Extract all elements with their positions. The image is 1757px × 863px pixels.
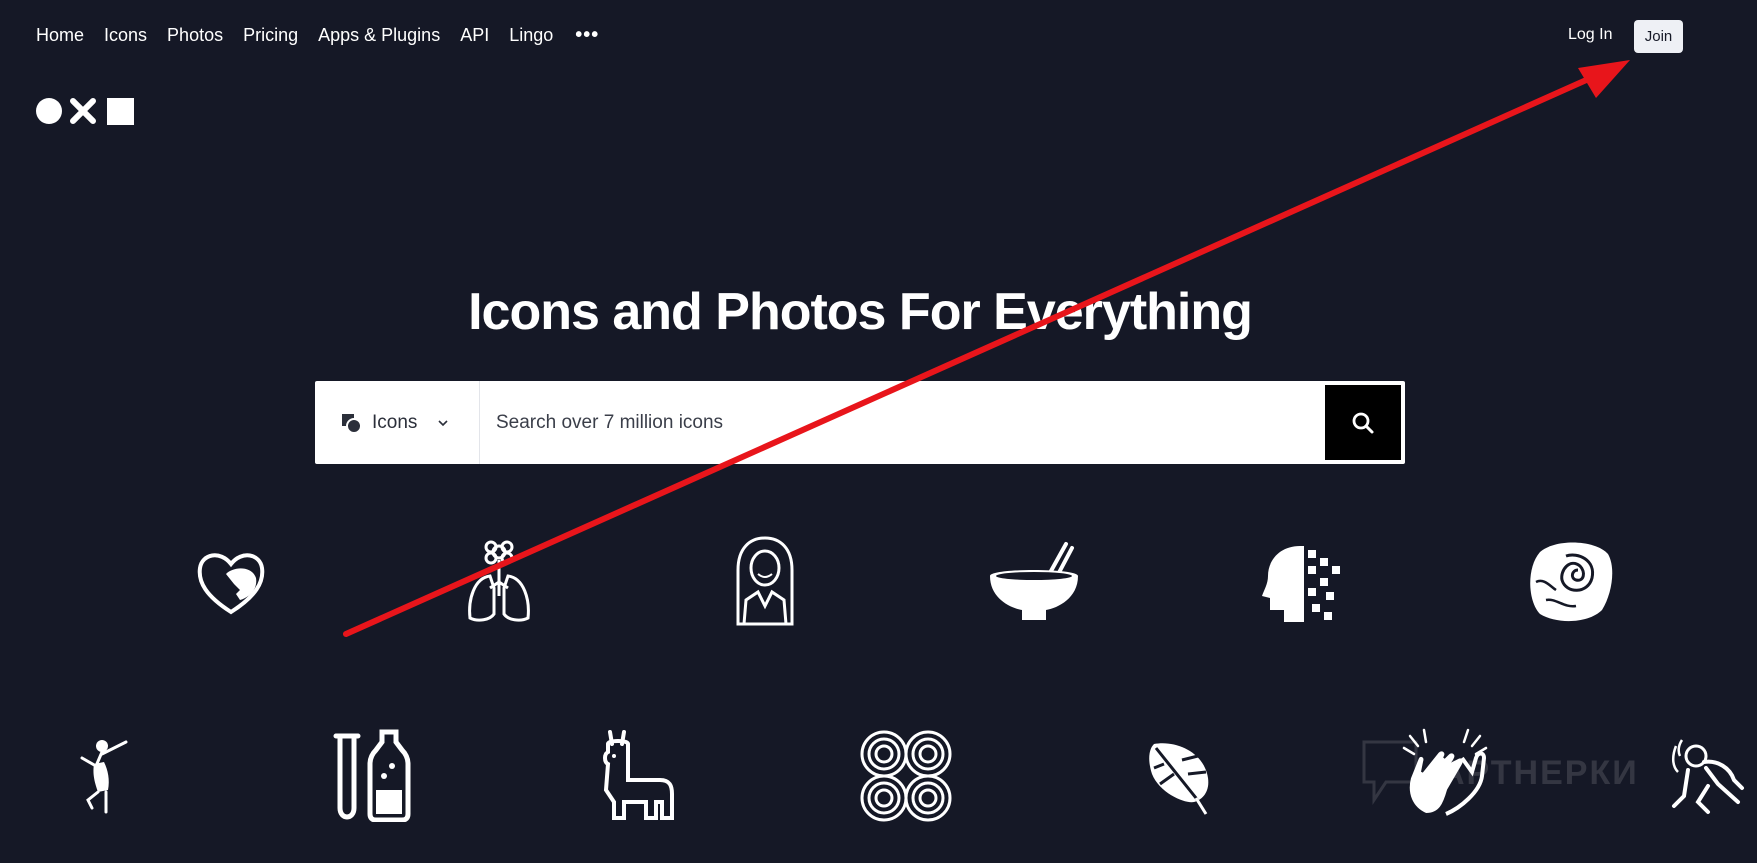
search-icon — [1352, 412, 1374, 433]
nav-home[interactable]: Home — [36, 25, 84, 46]
logo-x-icon — [70, 98, 96, 124]
login-link[interactable]: Log In — [1568, 26, 1612, 44]
search-bar: Icons — [315, 381, 1405, 464]
icons-type-icon — [342, 413, 362, 434]
logo[interactable] — [36, 97, 134, 125]
heart-face-icon[interactable] — [196, 548, 266, 618]
monstera-leaf-icon[interactable] — [1146, 738, 1212, 816]
head-pixel-icon[interactable] — [1260, 540, 1344, 624]
spiral-pattern-icon[interactable] — [858, 728, 954, 824]
search-input[interactable] — [480, 381, 1321, 464]
join-button[interactable]: Join — [1634, 20, 1683, 53]
logo-circle-icon — [36, 98, 62, 124]
llama-icon[interactable] — [600, 728, 676, 822]
dancer-icon[interactable] — [78, 736, 130, 816]
watermark-text: АРТНЕРКИ — [1440, 753, 1639, 792]
main-nav: Home Icons Photos Pricing Apps & Plugins… — [36, 24, 619, 47]
nav-photos[interactable]: Photos — [167, 25, 223, 46]
lungs-flower-icon[interactable] — [464, 538, 534, 626]
more-menu-icon[interactable]: ••• — [575, 24, 599, 47]
logo-square-icon — [107, 97, 134, 125]
nav-lingo[interactable]: Lingo — [509, 25, 553, 46]
page-title: Icons and Photos For Everything — [468, 283, 1253, 341]
test-tube-bottle-icon[interactable] — [330, 728, 414, 822]
search-type-select[interactable]: Icons — [315, 381, 480, 464]
wrestler-icon[interactable] — [1668, 736, 1748, 816]
nav-pricing[interactable]: Pricing — [243, 25, 298, 46]
nav-apps-plugins[interactable]: Apps & Plugins — [318, 25, 440, 46]
fossil-stone-icon[interactable] — [1526, 538, 1614, 624]
search-button[interactable] — [1325, 385, 1401, 460]
bowl-chopsticks-icon[interactable] — [988, 540, 1080, 624]
chevron-down-icon — [438, 419, 448, 426]
nav-icons[interactable]: Icons — [104, 25, 147, 46]
woman-portrait-icon[interactable] — [732, 534, 798, 628]
nav-api[interactable]: API — [460, 25, 489, 46]
watermark-chat-icon — [1362, 740, 1418, 805]
watermark: АРТНЕРКИ — [1360, 738, 1639, 808]
search-type-label: Icons — [372, 411, 418, 433]
